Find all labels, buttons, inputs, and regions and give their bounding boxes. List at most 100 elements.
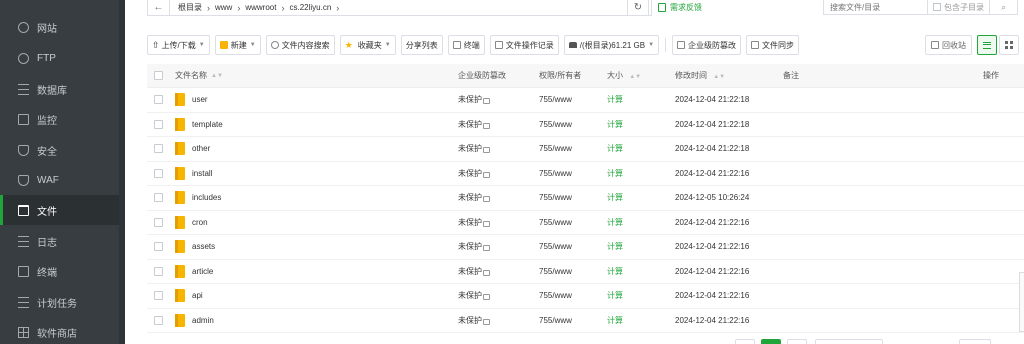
file-name[interactable]: assets [192, 242, 215, 251]
calculate-size-link[interactable]: 计算 [607, 315, 623, 326]
operation-log-button[interactable]: 文件操作记录 [489, 35, 559, 55]
row-checkbox[interactable] [154, 144, 163, 154]
table-row[interactable]: assets 未保护 755/www 计算 2024-12-04 21:22:1… [147, 235, 1024, 260]
protection-status[interactable]: 未保护 [458, 217, 490, 228]
protection-status[interactable]: 未保护 [458, 119, 490, 130]
pagination-page-current[interactable] [761, 339, 781, 344]
share-list-button[interactable]: 分享列表 [400, 35, 443, 55]
file-name[interactable]: install [192, 169, 212, 178]
file-name-cell[interactable]: assets [175, 240, 215, 254]
back-button[interactable]: ← [148, 0, 170, 15]
sidebar-item-logs[interactable]: 日志 [0, 226, 119, 256]
file-name[interactable]: article [192, 267, 213, 276]
file-name-cell[interactable]: api [175, 289, 203, 303]
sidebar-item-monitor[interactable]: 监控 [0, 104, 119, 134]
include-subdir-checkbox[interactable]: 包含子目录 [928, 0, 990, 15]
protection-status[interactable]: 未保护 [458, 192, 490, 203]
sidebar-item-cron[interactable]: 计划任务 [0, 287, 119, 317]
refresh-button[interactable]: ↻ [627, 0, 649, 16]
calculate-size-link[interactable]: 计算 [607, 143, 623, 154]
table-row[interactable]: cron 未保护 755/www 计算 2024-12-04 21:22:16 [147, 211, 1024, 235]
calculate-size-link[interactable]: 计算 [607, 192, 623, 203]
sidebar-item-security[interactable]: 安全 [0, 135, 119, 165]
sidebar-item-waf[interactable]: WAF [0, 165, 119, 195]
column-header-mtime[interactable]: 修改时间 ▲▼ [675, 70, 725, 81]
file-name[interactable]: template [192, 120, 223, 129]
column-header-name[interactable]: 文件名称 ▲▼ [175, 70, 223, 81]
grid-view-button[interactable] [999, 35, 1019, 55]
new-button[interactable]: 新建 ▼ [214, 35, 261, 55]
permission-cell[interactable]: 755/www [539, 120, 572, 129]
breadcrumb-item[interactable]: www [212, 3, 235, 12]
protection-status[interactable]: 未保护 [458, 94, 490, 105]
row-checkbox[interactable] [154, 291, 163, 301]
pagination-size-select[interactable] [815, 339, 883, 344]
recycle-bin-button[interactable]: 回收站 [925, 35, 972, 55]
scrollbar[interactable] [1019, 272, 1024, 332]
permission-cell[interactable]: 755/www [539, 267, 572, 276]
file-name-cell[interactable]: cron [175, 215, 208, 229]
breadcrumb-item[interactable]: wwwroot [242, 3, 279, 12]
pagination-jump-input[interactable] [959, 339, 991, 344]
permission-cell[interactable]: 755/www [539, 316, 572, 325]
terminal-button[interactable]: 终端 [447, 35, 485, 55]
file-name-cell[interactable]: admin [175, 313, 214, 327]
table-row[interactable]: install 未保护 755/www 计算 2024-12-04 21:22:… [147, 162, 1024, 186]
favorites-button[interactable]: ★ 收藏夹 ▼ [339, 35, 396, 55]
breadcrumb-item[interactable]: 根目录 [175, 2, 205, 13]
table-row[interactable]: template 未保护 755/www 计算 2024-12-04 21:22… [147, 113, 1024, 137]
column-header-size[interactable]: 大小 ▲▼ [607, 70, 641, 81]
sidebar-item-store[interactable]: 软件商店 [0, 317, 119, 344]
sidebar-item-files[interactable]: 文件 [0, 195, 119, 225]
file-name-cell[interactable]: includes [175, 191, 221, 205]
calculate-size-link[interactable]: 计算 [607, 290, 623, 301]
file-name[interactable]: cron [192, 218, 208, 227]
file-name[interactable]: includes [192, 193, 221, 202]
file-name[interactable]: admin [192, 316, 214, 325]
calculate-size-link[interactable]: 计算 [607, 217, 623, 228]
row-checkbox[interactable] [154, 95, 163, 105]
breadcrumb-item[interactable]: cs.22liyu.cn [286, 3, 334, 12]
select-all-checkbox[interactable] [154, 71, 163, 80]
sidebar-item-ftp[interactable]: FTP [0, 43, 119, 73]
row-checkbox[interactable] [154, 119, 163, 129]
calculate-size-link[interactable]: 计算 [607, 241, 623, 252]
file-name[interactable]: api [192, 291, 203, 300]
feedback-link[interactable]: 需求反馈 [658, 2, 702, 13]
pagination-next-button[interactable] [787, 339, 807, 344]
permission-cell[interactable]: 755/www [539, 218, 572, 227]
protection-status[interactable]: 未保护 [458, 290, 490, 301]
file-name[interactable]: other [192, 144, 210, 153]
search-input[interactable] [823, 0, 928, 15]
table-row[interactable]: user 未保护 755/www 计算 2024-12-04 21:22:18 [147, 88, 1024, 113]
calculate-size-link[interactable]: 计算 [607, 266, 623, 277]
content-search-button[interactable]: 文件内容搜索 [265, 35, 335, 55]
disk-select[interactable]: /(根目录)61.21 GB ▼ [563, 35, 660, 55]
permission-cell[interactable]: 755/www [539, 144, 572, 153]
upload-download-button[interactable]: ⇧ 上传/下载 ▼ [147, 35, 210, 55]
protection-status[interactable]: 未保护 [458, 241, 490, 252]
row-checkbox[interactable] [154, 266, 163, 276]
row-checkbox[interactable] [154, 242, 163, 252]
calculate-size-link[interactable]: 计算 [607, 94, 623, 105]
calculate-size-link[interactable]: 计算 [607, 168, 623, 179]
table-row[interactable]: article 未保护 755/www 计算 2024-12-04 21:22:… [147, 260, 1024, 284]
row-checkbox[interactable] [154, 193, 163, 203]
protection-status[interactable]: 未保护 [458, 315, 490, 326]
permission-cell[interactable]: 755/www [539, 169, 572, 178]
table-row[interactable]: admin 未保护 755/www 计算 2024-12-04 21:22:16 [147, 309, 1024, 333]
permission-cell[interactable]: 755/www [539, 242, 572, 251]
table-row[interactable]: other 未保护 755/www 计算 2024-12-04 21:22:18 [147, 137, 1024, 162]
sidebar-item-website[interactable]: 网站 [0, 12, 119, 42]
file-name-cell[interactable]: other [175, 142, 210, 156]
pagination-prev-button[interactable] [735, 339, 755, 344]
calculate-size-link[interactable]: 计算 [607, 119, 623, 130]
protection-status[interactable]: 未保护 [458, 168, 490, 179]
protection-status[interactable]: 未保护 [458, 266, 490, 277]
permission-cell[interactable]: 755/www [539, 193, 572, 202]
file-name-cell[interactable]: template [175, 117, 223, 131]
file-sync-button[interactable]: 文件同步 [746, 35, 800, 55]
file-name-cell[interactable]: article [175, 264, 213, 278]
table-row[interactable]: api 未保护 755/www 计算 2024-12-04 21:22:16 [147, 284, 1024, 309]
permission-cell[interactable]: 755/www [539, 95, 572, 104]
